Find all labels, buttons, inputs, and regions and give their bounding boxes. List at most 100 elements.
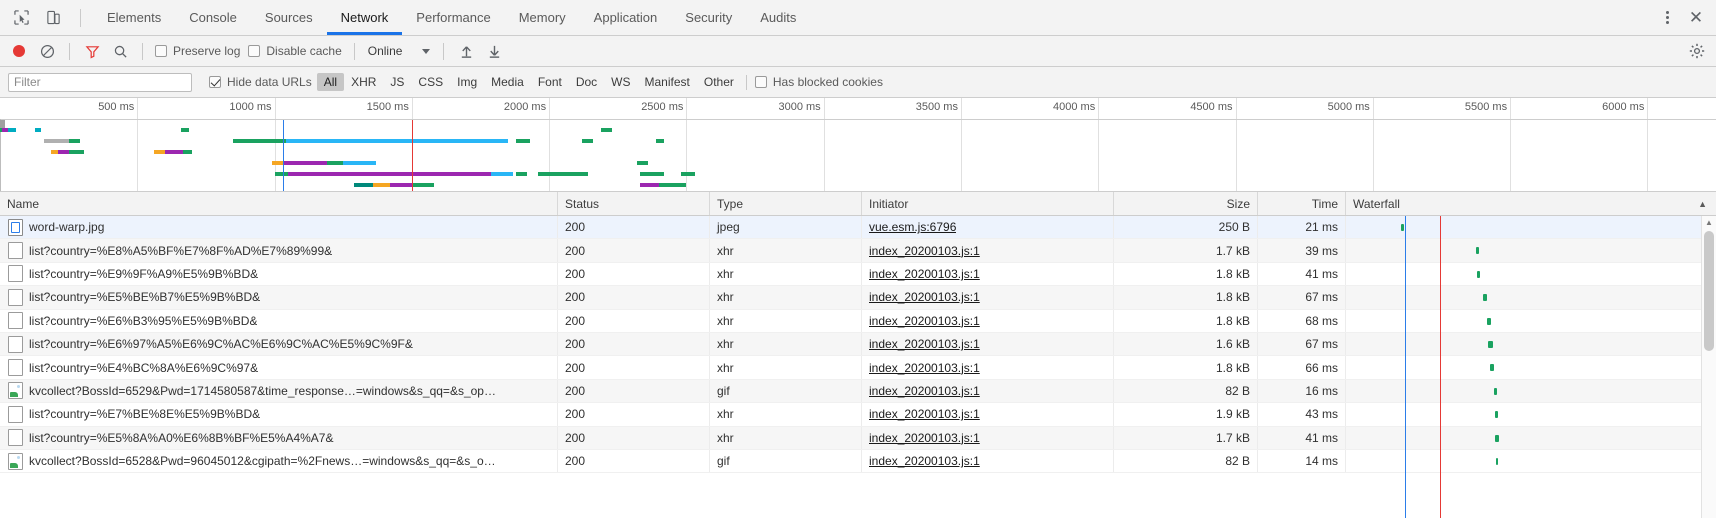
- table-row[interactable]: kvcollect?BossId=6528&Pwd=96045012&cgipa…: [0, 449, 1716, 474]
- table-row[interactable]: list?country=%E7%BE%8E%E5%9B%BD& 200 xhr in…: [0, 403, 1716, 427]
- tab-audits[interactable]: Audits: [746, 0, 810, 35]
- cell-name: kvcollect?BossId=6529&Pwd=1714580587&tim…: [0, 379, 558, 403]
- filter-input[interactable]: [8, 72, 192, 92]
- network-overview-timeline[interactable]: 500 ms 1000 ms 1500 ms 2000 ms 2500 ms 3000 m…: [0, 98, 1716, 192]
- filter-type-other[interactable]: Other: [697, 73, 741, 91]
- initiator-link[interactable]: vue.esm.js:6796: [869, 220, 956, 234]
- disable-cache-checkbox[interactable]: Disable cache: [245, 44, 344, 58]
- cell-initiator: index_20200103.js:1: [862, 262, 1114, 286]
- overview-request-bar: [491, 172, 514, 176]
- filter-type-xhr[interactable]: XHR: [344, 73, 383, 91]
- scroll-up-icon[interactable]: ▲: [1702, 216, 1716, 229]
- cell-initiator: index_20200103.js:1: [862, 403, 1114, 426]
- filter-type-css[interactable]: CSS: [411, 73, 450, 91]
- document-icon: [8, 218, 23, 236]
- table-row[interactable]: kvcollect?BossId=6529&Pwd=1714580587&tim…: [0, 379, 1716, 404]
- filter-type-manifest[interactable]: Manifest: [638, 73, 697, 91]
- filter-type-font[interactable]: Font: [531, 73, 569, 91]
- more-options-icon[interactable]: [1654, 5, 1680, 31]
- size-value: 1.8 kB: [1215, 360, 1250, 375]
- tab-application[interactable]: Application: [580, 0, 672, 35]
- filter-type-ws[interactable]: WS: [604, 73, 637, 91]
- inspect-element-icon[interactable]: [8, 5, 34, 31]
- requests-scrollbar[interactable]: ▲: [1701, 216, 1716, 518]
- overview-event-line-domcontentloaded: [282, 120, 285, 191]
- table-row[interactable]: word-warp.jpg 200 jpeg vue.esm.js:6796 250 B…: [0, 216, 1716, 240]
- status-value: 200: [565, 220, 586, 235]
- initiator-link[interactable]: index_20200103.js:1: [869, 407, 980, 421]
- filter-type-all[interactable]: All: [316, 73, 345, 91]
- overview-request-bar: [35, 128, 42, 132]
- column-header-time[interactable]: Time: [1258, 192, 1346, 215]
- requests-table-header: Name Status Type Initiator Size Time Waterfall…: [0, 192, 1716, 216]
- record-icon[interactable]: [6, 38, 32, 64]
- waterfall-bar: [1476, 270, 1480, 278]
- type-value: xhr: [717, 407, 734, 422]
- filter-type-img[interactable]: Img: [450, 73, 484, 91]
- table-row[interactable]: list?country=%E9%9F%A9%E5%9B%BD& 200 xhr in…: [0, 262, 1716, 287]
- column-header-label: Type: [717, 196, 744, 211]
- initiator-link[interactable]: index_20200103.js:1: [869, 244, 980, 258]
- hide-data-urls-checkbox[interactable]: Hide data URLs: [206, 75, 315, 89]
- table-row[interactable]: list?country=%E8%A5%BF%E7%8F%AD%E7%89%99…: [0, 239, 1716, 263]
- column-header-size[interactable]: Size: [1114, 192, 1258, 215]
- column-header-name[interactable]: Name: [0, 192, 558, 215]
- initiator-link[interactable]: index_20200103.js:1: [869, 267, 980, 281]
- initiator-link[interactable]: index_20200103.js:1: [869, 384, 980, 398]
- filter-icon[interactable]: [79, 38, 105, 64]
- no-entry-icon: [40, 44, 54, 58]
- import-har-icon[interactable]: [453, 38, 479, 64]
- tab-console[interactable]: Console: [175, 0, 251, 35]
- tab-elements[interactable]: Elements: [93, 0, 175, 35]
- has-blocked-cookies-checkbox[interactable]: Has blocked cookies: [752, 75, 886, 89]
- filter-type-media[interactable]: Media: [484, 73, 531, 91]
- initiator-link[interactable]: index_20200103.js:1: [869, 337, 980, 351]
- tabbar-left-icons: [0, 5, 93, 31]
- has-blocked-cookies-label: Has blocked cookies: [772, 75, 883, 89]
- column-header-type[interactable]: Type: [710, 192, 862, 215]
- initiator-link[interactable]: index_20200103.js:1: [869, 454, 980, 468]
- throttling-select[interactable]: Online: [364, 44, 435, 58]
- scroll-thumb[interactable]: [1704, 231, 1714, 351]
- initiator-link[interactable]: index_20200103.js:1: [869, 361, 980, 375]
- preserve-log-checkbox[interactable]: Preserve log: [152, 44, 243, 58]
- waterfall-bar: [1495, 434, 1499, 442]
- filter-type-js[interactable]: JS: [383, 73, 411, 91]
- waterfall-bar: [1400, 224, 1405, 231]
- overview-request-bar: [601, 128, 613, 132]
- search-icon[interactable]: [107, 38, 133, 64]
- size-value: 250 B: [1218, 220, 1250, 235]
- gear-icon[interactable]: [1684, 38, 1710, 64]
- close-icon[interactable]: ✕: [1682, 4, 1710, 32]
- column-header-waterfall[interactable]: Waterfall ▲: [1346, 192, 1716, 215]
- column-header-initiator[interactable]: Initiator: [862, 192, 1114, 215]
- cell-type: xhr: [710, 403, 862, 426]
- table-row[interactable]: list?country=%E6%B3%95%E5%9B%BD& 200 xhr in…: [0, 309, 1716, 333]
- table-row[interactable]: list?country=%E6%97%A5%E6%9C%AC%E6%9C%AC…: [0, 332, 1716, 357]
- tab-performance[interactable]: Performance: [402, 0, 504, 35]
- tab-sources[interactable]: Sources: [251, 0, 327, 35]
- overview-tick-label: 1000 ms: [229, 101, 272, 113]
- cell-initiator: index_20200103.js:1: [862, 426, 1114, 449]
- tab-memory[interactable]: Memory: [505, 0, 580, 35]
- initiator-link[interactable]: index_20200103.js:1: [869, 431, 980, 445]
- file-icon: [8, 265, 23, 283]
- overview-request-bar: [68, 139, 80, 143]
- export-har-icon[interactable]: [481, 38, 507, 64]
- clear-icon[interactable]: [34, 38, 60, 64]
- table-row[interactable]: list?country=%E5%BE%B7%E5%9B%BD& 200 xhr in…: [0, 286, 1716, 310]
- column-header-status[interactable]: Status: [558, 192, 710, 215]
- initiator-link[interactable]: index_20200103.js:1: [869, 314, 980, 328]
- filter-type-doc[interactable]: Doc: [569, 73, 604, 91]
- cell-size: 1.7 kB: [1114, 239, 1258, 262]
- device-toolbar-icon[interactable]: [40, 5, 66, 31]
- initiator-link[interactable]: index_20200103.js:1: [869, 290, 980, 304]
- cell-status: 200: [558, 216, 710, 239]
- table-row[interactable]: list?country=%E5%8A%A0%E6%8B%BF%E5%A4%A7…: [0, 426, 1716, 450]
- tab-network[interactable]: Network: [326, 0, 403, 35]
- cell-type: xhr: [710, 262, 862, 286]
- cell-size: 82 B: [1114, 379, 1258, 403]
- tab-security[interactable]: Security: [671, 0, 746, 35]
- tab-label: Network: [340, 10, 389, 25]
- table-row[interactable]: list?country=%E4%BC%8A%E6%9C%97& 200 xhr in…: [0, 356, 1716, 380]
